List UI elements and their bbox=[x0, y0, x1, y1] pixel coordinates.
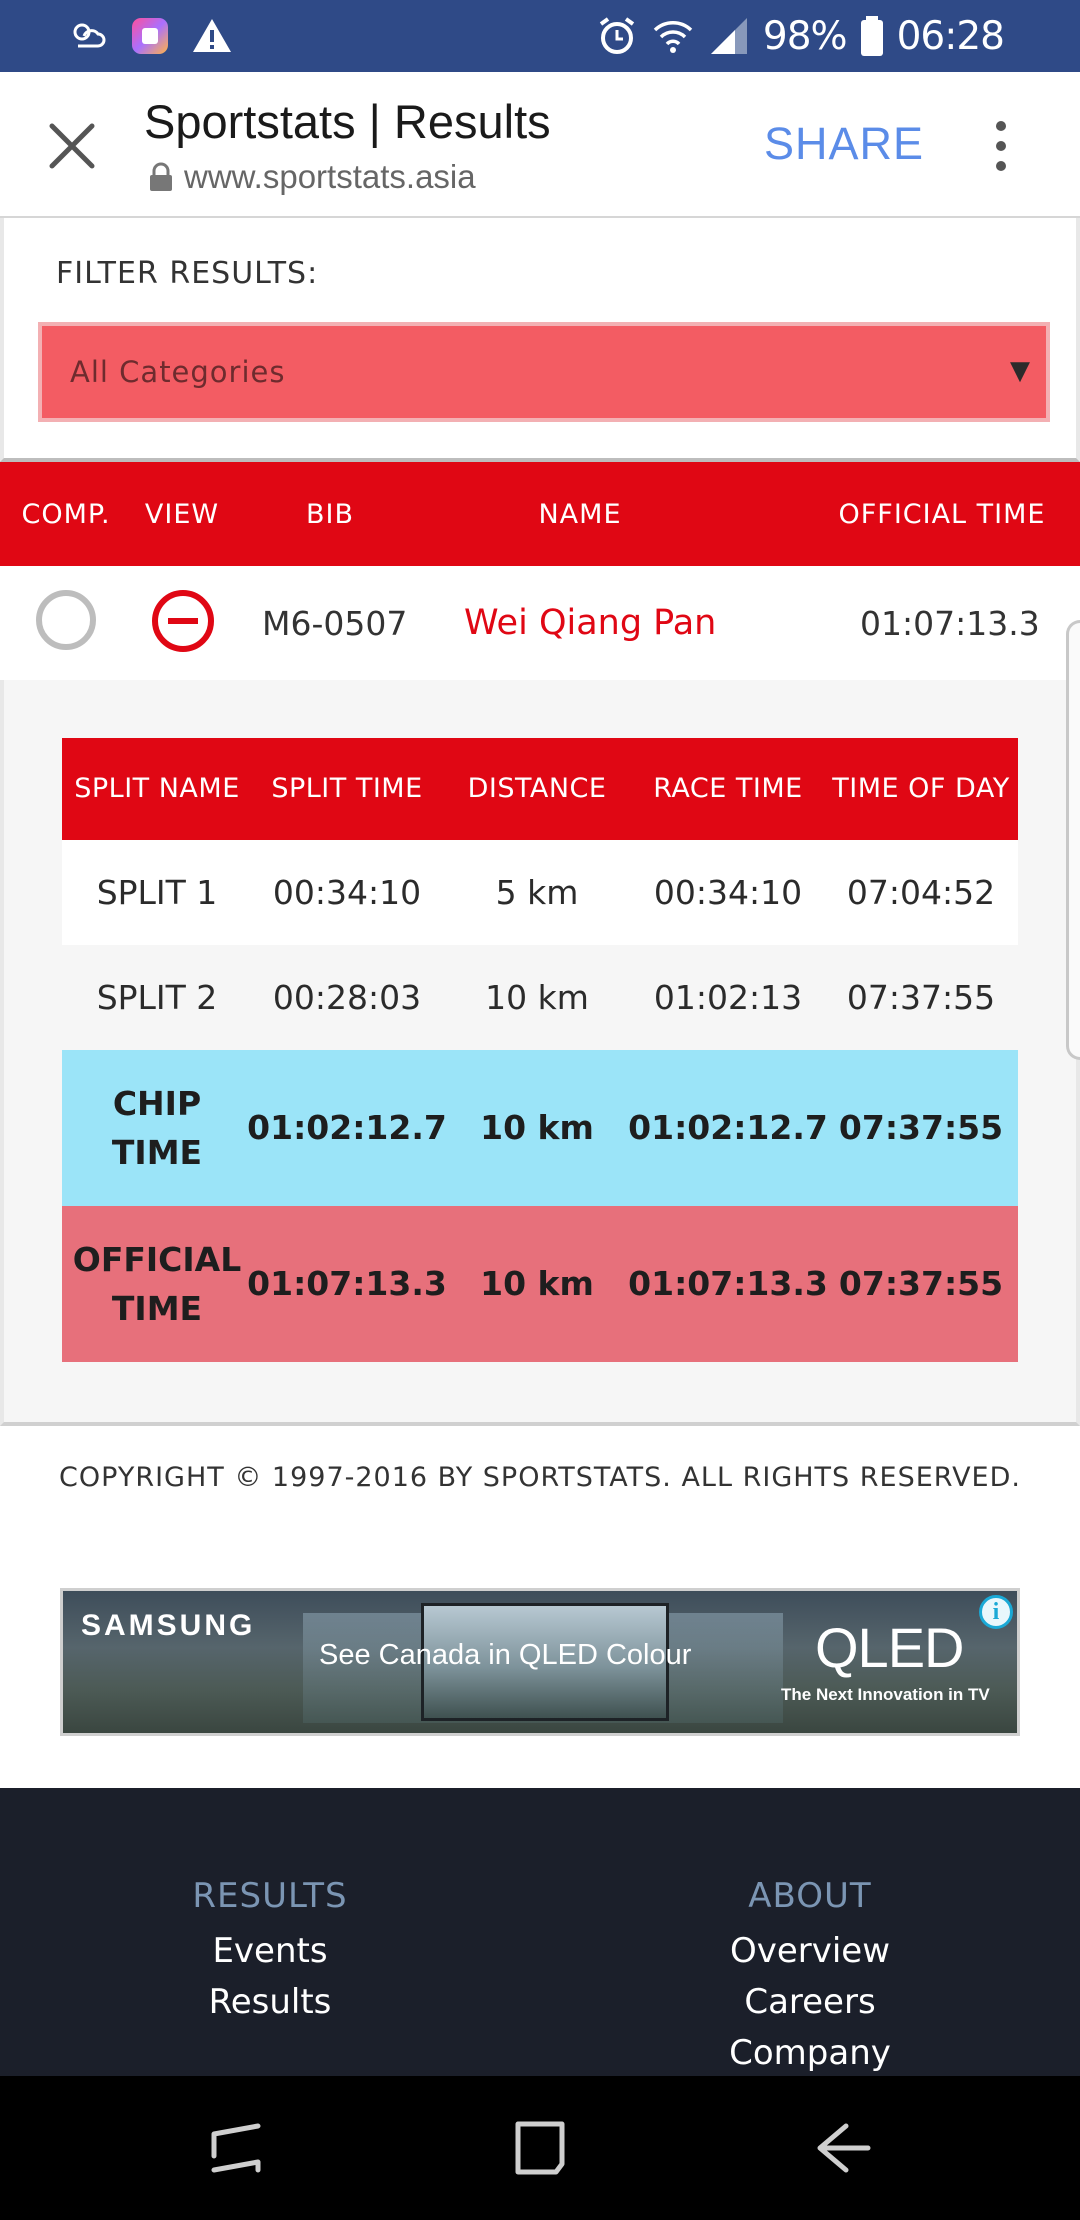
split-time-of-day: 07:37:55 bbox=[838, 1108, 1004, 1148]
header-view: VIEW bbox=[144, 498, 220, 530]
filter-section: FILTER RESULTS: All Categories ▼ bbox=[0, 218, 1080, 462]
home-icon[interactable] bbox=[504, 2112, 576, 2184]
split-time-of-day: 07:37:55 bbox=[846, 977, 996, 1017]
ad-tagline: See Canada in QLED Colour bbox=[319, 1639, 692, 1671]
footer-link-overview[interactable]: Overview bbox=[610, 1926, 1010, 1977]
browser-toolbar: Sportstats | Results www.sportstats.asia… bbox=[0, 72, 1080, 218]
split-race-time: 01:02:13 bbox=[653, 977, 803, 1017]
footer-heading-about: ABOUT bbox=[748, 1876, 872, 1916]
footer-link-company[interactable]: Company bbox=[610, 2028, 1010, 2079]
runner-name[interactable]: Wei Qiang Pan bbox=[464, 566, 716, 680]
header-split-time: SPLIT TIME bbox=[271, 772, 423, 804]
app-icon bbox=[132, 18, 168, 54]
split-distance: 5 km bbox=[495, 872, 579, 912]
split-name: CHIP TIME bbox=[111, 1083, 203, 1173]
results-table-header: COMP. VIEW BIB NAME OFFICIAL TIME bbox=[0, 462, 1080, 566]
result-row: M6-0507 Wei Qiang Pan 01:07:13.3 bbox=[0, 566, 1080, 680]
bib-number: M6-0507 bbox=[262, 603, 408, 643]
footer-link-careers[interactable]: Careers bbox=[610, 1977, 1010, 2028]
system-nav-bar bbox=[0, 2076, 1080, 2220]
filter-label: FILTER RESULTS: bbox=[56, 256, 319, 291]
footer-about-column: ABOUT Overview Careers Company bbox=[610, 1876, 1010, 2079]
footer-link-events[interactable]: Events bbox=[70, 1926, 470, 1977]
footer-link-results[interactable]: Results bbox=[70, 1977, 470, 2028]
split-name: SPLIT 1 bbox=[96, 872, 218, 912]
dropdown-caret-icon: ▼ bbox=[1010, 356, 1030, 386]
split-time: 01:07:13.3 bbox=[247, 1264, 447, 1304]
collapse-view-icon[interactable] bbox=[152, 590, 214, 652]
close-icon[interactable] bbox=[44, 118, 100, 174]
split-row: SPLIT 1 00:34:10 5 km 00:34:10 07:04:52 bbox=[62, 840, 1018, 945]
header-compare: COMP. bbox=[21, 498, 111, 530]
ad-info-icon[interactable]: i bbox=[979, 1595, 1013, 1629]
split-race-time: 00:34:10 bbox=[653, 872, 803, 912]
split-time: 01:02:12.7 bbox=[247, 1108, 447, 1148]
header-time-of-day: TIME OF DAY bbox=[832, 772, 1010, 804]
ad-brand: SAMSUNG bbox=[81, 1609, 256, 1642]
status-bar-left bbox=[66, 12, 234, 60]
share-button[interactable]: SHARE bbox=[764, 118, 924, 170]
advertisement-banner[interactable]: SAMSUNG See Canada in QLED Colour QLED T… bbox=[60, 1588, 1020, 1736]
header-official-time: OFFICIAL TIME bbox=[838, 498, 1046, 530]
split-distance: 10 km bbox=[480, 1264, 594, 1304]
copyright-text: COPYRIGHT © 1997-2016 BY SPORTSTATS. ALL… bbox=[59, 1462, 1021, 1493]
footer-results-column: RESULTS Events Results bbox=[70, 1876, 470, 2028]
header-race-time: RACE TIME bbox=[653, 772, 803, 804]
split-time: 00:28:03 bbox=[272, 977, 422, 1017]
back-icon[interactable] bbox=[806, 2112, 878, 2184]
split-race-time: 01:02:12.7 bbox=[628, 1108, 828, 1148]
weather-icon bbox=[73, 23, 106, 48]
split-time-of-day: 07:04:52 bbox=[846, 872, 996, 912]
header-bib: BIB bbox=[305, 498, 354, 530]
footer-heading-results: RESULTS bbox=[192, 1876, 348, 1916]
clock: 06:28 bbox=[896, 13, 1005, 59]
category-select-value: All Categories bbox=[70, 355, 286, 389]
warning-icon bbox=[193, 19, 231, 52]
alarm-icon bbox=[599, 17, 635, 54]
split-time: 00:34:10 bbox=[272, 872, 422, 912]
lock-icon bbox=[150, 162, 172, 191]
category-select[interactable]: All Categories ▼ bbox=[38, 322, 1050, 422]
split-distance: 10 km bbox=[485, 977, 589, 1017]
wifi-icon bbox=[653, 21, 693, 53]
battery-icon bbox=[860, 16, 883, 56]
status-bar: 98% 06:28 bbox=[0, 0, 1080, 72]
site-footer: RESULTS Events Results ABOUT Overview Ca… bbox=[0, 1788, 1080, 2078]
split-time-of-day: 07:37:55 bbox=[838, 1264, 1004, 1304]
battery-percent: 98% bbox=[762, 13, 848, 59]
header-split-name: SPLIT NAME bbox=[74, 772, 240, 804]
split-distance: 10 km bbox=[480, 1108, 594, 1148]
chip-time-row: CHIP TIME 01:02:12.7 10 km 01:02:12.7 07… bbox=[62, 1050, 1018, 1206]
official-time-row: OFFICIAL TIME 01:07:13.3 10 km 01:07:13.… bbox=[62, 1206, 1018, 1362]
compare-radio[interactable] bbox=[36, 590, 96, 650]
split-row: SPLIT 2 00:28:03 10 km 01:02:13 07:37:55 bbox=[62, 945, 1018, 1050]
splits-table-header: SPLIT NAME SPLIT TIME DISTANCE RACE TIME… bbox=[62, 738, 1018, 840]
split-race-time: 01:07:13.3 bbox=[628, 1264, 828, 1304]
header-name: NAME bbox=[538, 498, 622, 530]
page-title: Sportstats | Results bbox=[144, 95, 551, 148]
more-options-icon[interactable] bbox=[986, 118, 1016, 174]
split-name: OFFICIAL TIME bbox=[72, 1239, 242, 1329]
recent-apps-icon[interactable] bbox=[200, 2112, 272, 2184]
url-row: www.sportstats.asia bbox=[148, 158, 476, 196]
splits-table: SPLIT NAME SPLIT TIME DISTANCE RACE TIME… bbox=[62, 738, 1018, 1362]
url-text: www.sportstats.asia bbox=[184, 158, 476, 195]
header-distance: DISTANCE bbox=[467, 772, 607, 804]
split-name: SPLIT 2 bbox=[96, 977, 218, 1017]
ad-subline: The Next Innovation in TV bbox=[781, 1685, 990, 1704]
official-time: 01:07:13.3 bbox=[860, 603, 1040, 643]
signal-icon bbox=[710, 18, 747, 54]
scroll-handle[interactable] bbox=[1066, 620, 1080, 1060]
status-bar-right: 98% 06:28 bbox=[595, 12, 1005, 60]
ad-product: QLED bbox=[815, 1616, 964, 1679]
